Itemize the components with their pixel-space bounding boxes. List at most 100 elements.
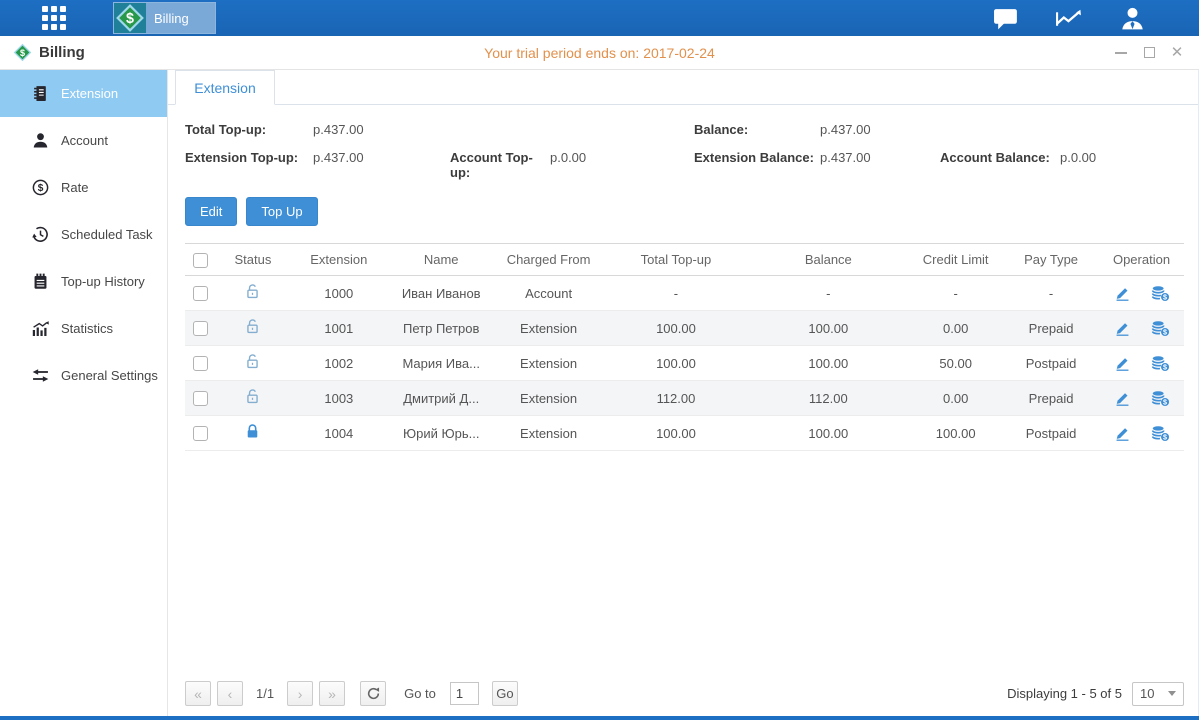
total-topup: Total Top-up: p.437.00: [185, 122, 450, 137]
pagination-bar: « ‹ 1/1 › » Go to Go Displaying 1 - 5 of…: [168, 673, 1198, 716]
row-checkbox[interactable]: [193, 391, 208, 406]
edit-button[interactable]: Edit: [185, 197, 237, 226]
displaying-count: Displaying 1 - 5 of 5: [1007, 686, 1122, 701]
edit-pencil-icon[interactable]: [1113, 425, 1132, 442]
balance: Balance: p.437.00: [694, 122, 940, 137]
extension-table: Status Extension Name Charged From Total…: [185, 243, 1184, 451]
cell-total-topup: 100.00: [604, 416, 749, 451]
topup-coins-icon[interactable]: $: [1151, 425, 1170, 442]
cell-name: Мария Ива...: [389, 346, 494, 381]
lock-open-icon: [244, 388, 261, 405]
maximize-button[interactable]: [1141, 45, 1157, 61]
messages-icon[interactable]: [991, 5, 1021, 31]
column-header: Balance: [748, 244, 908, 276]
select-all-checkbox[interactable]: [193, 253, 208, 268]
topup-coins-icon[interactable]: $: [1151, 355, 1170, 372]
topup-coins-icon[interactable]: $: [1151, 285, 1170, 302]
topup-coins-icon[interactable]: $: [1151, 390, 1170, 407]
row-checkbox[interactable]: [193, 286, 208, 301]
lock-open-icon: [244, 283, 261, 300]
edit-pencil-icon[interactable]: [1113, 320, 1132, 337]
sidebar-item-label: Scheduled Task: [61, 227, 153, 242]
account-topup: Account Top-up: p.0.00: [450, 150, 694, 180]
last-page-button[interactable]: »: [319, 681, 345, 706]
table-row: 1001 Петр Петров Extension 100.00 100.00…: [185, 311, 1184, 346]
column-header: Name: [389, 244, 494, 276]
sidebar-item-scheduled-task[interactable]: Scheduled Task: [0, 211, 167, 258]
topup-coins-icon[interactable]: $: [1151, 320, 1170, 337]
sidebar: Extension Account $ Rate Scheduled Task: [0, 70, 168, 716]
edit-pencil-icon[interactable]: [1113, 285, 1132, 302]
goto-page-input[interactable]: [450, 682, 479, 705]
page-indicator: 1/1: [256, 686, 274, 701]
sidebar-item-rate[interactable]: $ Rate: [0, 164, 167, 211]
table-row: 1003 Дмитрий Д... Extension 112.00 112.0…: [185, 381, 1184, 416]
goto-label: Go to: [404, 686, 436, 701]
billing-diamond-icon: $: [13, 43, 32, 62]
edit-pencil-icon[interactable]: [1113, 355, 1132, 372]
svg-text:$: $: [1163, 398, 1167, 406]
balance-summary: Total Top-up: p.437.00 Balance: p.437.00…: [168, 105, 1198, 180]
column-header: Status: [217, 244, 289, 276]
sidebar-item-topup-history[interactable]: Top-up History: [0, 258, 167, 305]
cell-total-topup: 112.00: [604, 381, 749, 416]
chevron-down-icon: [1168, 691, 1176, 696]
cell-extension: 1004: [289, 416, 389, 451]
go-button[interactable]: Go: [492, 681, 518, 706]
prev-page-button[interactable]: ‹: [217, 681, 243, 706]
cell-balance: 100.00: [748, 416, 908, 451]
row-checkbox[interactable]: [193, 321, 208, 336]
cell-charged-from: Extension: [494, 416, 604, 451]
svg-text:$: $: [37, 183, 43, 194]
window-title-group: $ Billing: [13, 43, 85, 62]
sidebar-item-account[interactable]: Account: [0, 117, 167, 164]
svg-text:$: $: [1163, 293, 1167, 301]
sidebar-item-label: Rate: [61, 180, 88, 195]
column-header: Operation: [1099, 244, 1184, 276]
cell-credit-limit: 0.00: [908, 311, 1003, 346]
page-size-select[interactable]: 10: [1132, 682, 1184, 706]
general-settings-icon: [31, 367, 49, 385]
top-up-button[interactable]: Top Up: [246, 197, 317, 226]
cell-credit-limit: 100.00: [908, 416, 1003, 451]
cell-balance: 112.00: [748, 381, 908, 416]
cell-credit-limit: -: [908, 276, 1003, 311]
cell-balance: 100.00: [748, 311, 908, 346]
svg-text:$: $: [1163, 328, 1167, 336]
sidebar-item-label: Statistics: [61, 321, 113, 336]
account-user-icon[interactable]: [1117, 5, 1147, 31]
sidebar-item-statistics[interactable]: Statistics: [0, 305, 167, 352]
column-header: Extension: [289, 244, 389, 276]
sidebar-item-label: General Settings: [61, 368, 158, 383]
cell-pay-type: Postpaid: [1003, 346, 1099, 381]
cell-extension: 1000: [289, 276, 389, 311]
next-page-button[interactable]: ›: [287, 681, 313, 706]
refresh-icon[interactable]: [360, 681, 386, 706]
cell-name: Петр Петров: [389, 311, 494, 346]
close-button[interactable]: ✕: [1169, 45, 1185, 61]
row-checkbox[interactable]: [193, 356, 208, 371]
first-page-button[interactable]: «: [185, 681, 211, 706]
lock-closed-icon: [244, 423, 261, 440]
cell-pay-type: Postpaid: [1003, 416, 1099, 451]
cell-extension: 1003: [289, 381, 389, 416]
sidebar-item-general-settings[interactable]: General Settings: [0, 352, 167, 399]
reports-icon[interactable]: [1054, 5, 1084, 31]
cell-extension: 1002: [289, 346, 389, 381]
action-buttons: Edit Top Up: [168, 180, 1198, 226]
taskbar-item-billing[interactable]: $ Billing: [113, 2, 216, 34]
row-checkbox[interactable]: [193, 426, 208, 441]
window-controls: ✕: [1113, 45, 1185, 61]
lock-open-icon: [244, 353, 261, 370]
cell-total-topup: 100.00: [604, 346, 749, 381]
edit-pencil-icon[interactable]: [1113, 390, 1132, 407]
minimize-button[interactable]: [1113, 45, 1129, 61]
cell-extension: 1001: [289, 311, 389, 346]
topbar-icons: [991, 5, 1147, 31]
column-header: Total Top-up: [604, 244, 749, 276]
account-balance: Account Balance: p.0.00: [940, 150, 1181, 180]
tab-extension[interactable]: Extension: [175, 70, 275, 105]
sidebar-item-extension[interactable]: Extension: [0, 70, 167, 117]
billing-app-icon: $: [114, 3, 146, 33]
app-grid-icon[interactable]: [37, 1, 71, 35]
